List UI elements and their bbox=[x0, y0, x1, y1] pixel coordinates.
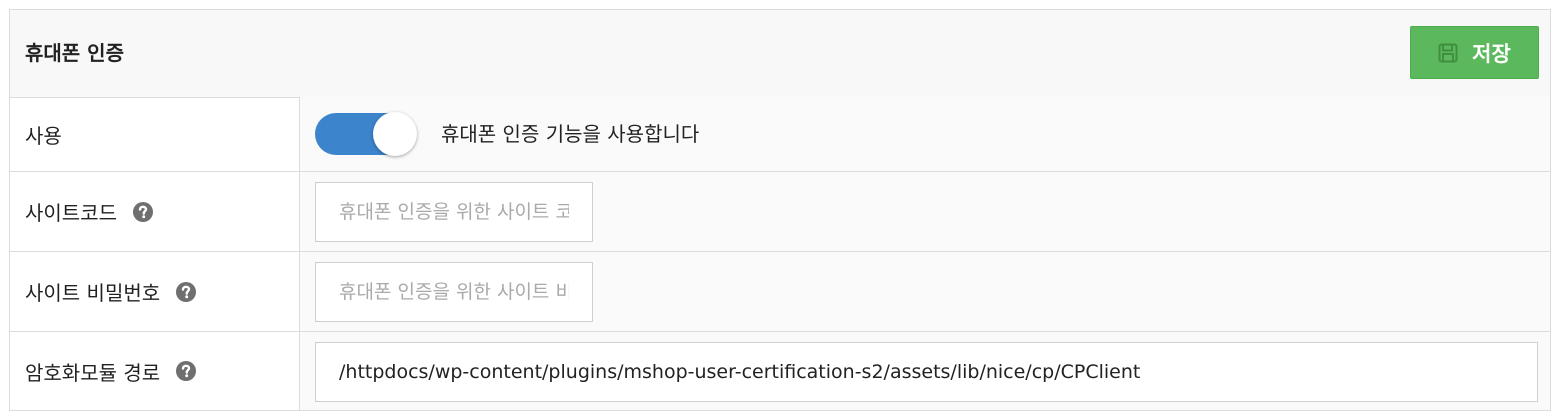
panel-header: 휴대폰 인증 저장 bbox=[10, 10, 1550, 98]
setting-row-module-path: 암호화모듈 경로 bbox=[10, 332, 1550, 410]
floppy-disk-icon bbox=[1438, 43, 1458, 63]
setting-label: 사이트코드 bbox=[25, 201, 117, 225]
setting-label-cell: 사용 bbox=[10, 97, 300, 171]
setting-label-cell: 사이트코드 bbox=[10, 172, 300, 251]
question-circle-icon[interactable] bbox=[176, 361, 197, 381]
site-code-input[interactable] bbox=[315, 182, 593, 242]
setting-value-cell: 휴대폰 인증 기능을 사용합니다 bbox=[300, 97, 1550, 171]
setting-row-enable: 사용 휴대폰 인증 기능을 사용합니다 bbox=[10, 97, 1550, 172]
panel-title: 휴대폰 인증 bbox=[25, 41, 124, 65]
save-button[interactable]: 저장 bbox=[1410, 26, 1539, 79]
setting-label-cell: 사이트 비밀번호 bbox=[10, 252, 300, 331]
module-path-input[interactable] bbox=[315, 342, 1538, 402]
setting-row-site-code: 사이트코드 bbox=[10, 172, 1550, 252]
toggle-knob bbox=[373, 112, 417, 156]
setting-row-site-password: 사이트 비밀번호 bbox=[10, 252, 1550, 332]
site-password-input[interactable] bbox=[315, 262, 593, 322]
setting-value-cell bbox=[300, 252, 1550, 331]
setting-value-cell bbox=[300, 332, 1550, 410]
question-circle-icon[interactable] bbox=[176, 281, 197, 302]
enable-toggle-switch[interactable] bbox=[315, 112, 417, 156]
question-circle-icon[interactable] bbox=[133, 201, 153, 222]
setting-label: 암호화모듈 경로 bbox=[25, 360, 161, 385]
settings-panel: 휴대폰 인증 저장 사용 휴대폰 인증 기능을 사용합니다 사이트코드 휴대폰 … bbox=[9, 9, 1551, 411]
setting-label: 사용 bbox=[25, 123, 62, 148]
save-button-label: 저장 bbox=[1472, 41, 1511, 66]
setting-label: 사이트 비밀번호 bbox=[25, 281, 161, 305]
setting-value-cell bbox=[300, 172, 1550, 251]
toggle-description: 휴대폰 인증 기능을 사용합니다 bbox=[441, 122, 700, 146]
setting-label-cell: 암호화모듈 경로 bbox=[10, 332, 300, 410]
